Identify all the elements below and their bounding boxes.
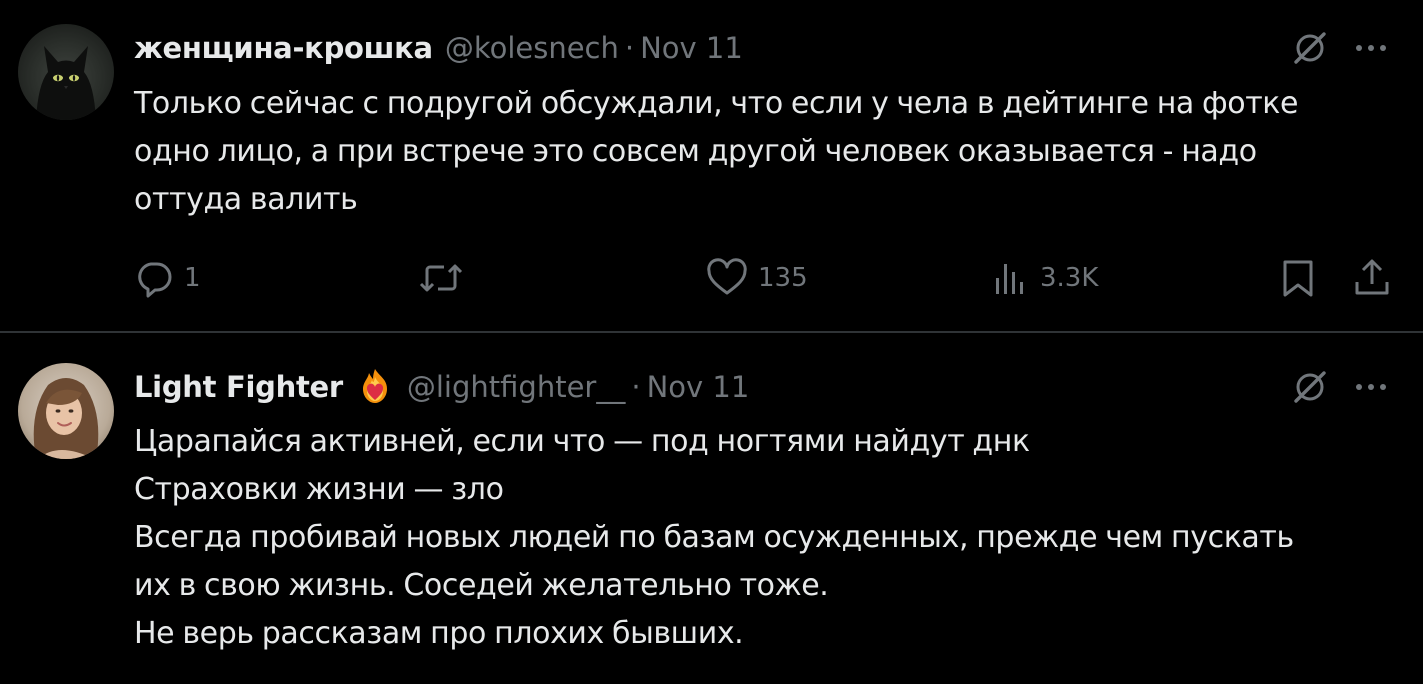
tweet-date[interactable]: Nov 11 [640, 31, 743, 65]
display-name[interactable]: женщина-крошка [134, 31, 433, 65]
tweet-text-line: Страховки жизни — зло [134, 472, 504, 507]
avatar[interactable] [18, 363, 114, 459]
more-options-icon[interactable] [1351, 30, 1391, 66]
heart-icon [707, 258, 747, 295]
tweet-header: женщина-крошка @kolesnech · Nov 11 [134, 28, 743, 68]
views-chart-icon [996, 264, 1023, 294]
grok-icon[interactable] [1292, 369, 1328, 405]
views-button[interactable]: 3.3K [990, 258, 1098, 298]
tweet-text-line: одно лицо, а при встрече это совсем друг… [134, 134, 1257, 169]
reply-count: 1 [184, 263, 201, 293]
tweet-text: Только сейчас с подругой обсуждали, что … [134, 80, 1394, 224]
views-count: 3.3K [1040, 263, 1099, 293]
separator-dot: · [624, 31, 635, 65]
display-name[interactable]: Light Fighter [134, 370, 343, 404]
separator-dot: · [631, 370, 641, 404]
retweet-icon [419, 264, 463, 292]
black-cat-avatar-image [18, 24, 114, 120]
user-handle[interactable]: @kolesnech [445, 31, 619, 65]
avatar[interactable] [18, 24, 114, 120]
fire-heart-emoji-icon [362, 369, 387, 403]
tweet[interactable]: женщина-крошка @kolesnech · Nov 11 Тольк… [0, 0, 1423, 331]
retweet-button[interactable] [418, 258, 474, 298]
bookmark-button[interactable] [1278, 258, 1318, 298]
tweet-text-line: Только сейчас с подругой обсуждали, что … [134, 86, 1299, 121]
bookmark-icon [1283, 260, 1313, 297]
tweet-text: Царапайся активней, если что — под ногтя… [134, 418, 1394, 658]
reply-button[interactable]: 1 [134, 258, 201, 298]
tweet-date[interactable]: Nov 11 [647, 370, 750, 404]
tweet-text-line: оттуда валить [134, 182, 358, 217]
tweet-text-line: их в свою жизнь. Соседей желательно тоже… [134, 568, 829, 603]
woman-portrait-avatar-image [18, 363, 114, 459]
user-handle[interactable]: @lightfighter__ [407, 370, 625, 404]
share-button[interactable] [1352, 258, 1392, 298]
tweet-text-line: Царапайся активней, если что — под ногтя… [134, 424, 1030, 459]
tweet-text-line: Всегда пробивай новых людей по базам осу… [134, 520, 1294, 555]
tweet[interactable]: Light Fighter @lightfighter__ · Nov 11 Ц… [0, 333, 1423, 684]
reply-icon [138, 262, 172, 298]
share-icon [1355, 259, 1389, 295]
action-bar: 1 135 3.3K [0, 250, 1423, 306]
grok-icon[interactable] [1292, 30, 1328, 66]
like-count: 135 [758, 263, 808, 293]
like-button[interactable]: 135 [706, 258, 808, 298]
tweet-text-line: Не верь рассказам про плохих бывших. [134, 616, 744, 651]
more-options-icon[interactable] [1351, 369, 1391, 405]
tweet-header: Light Fighter @lightfighter__ · Nov 11 [134, 367, 749, 407]
